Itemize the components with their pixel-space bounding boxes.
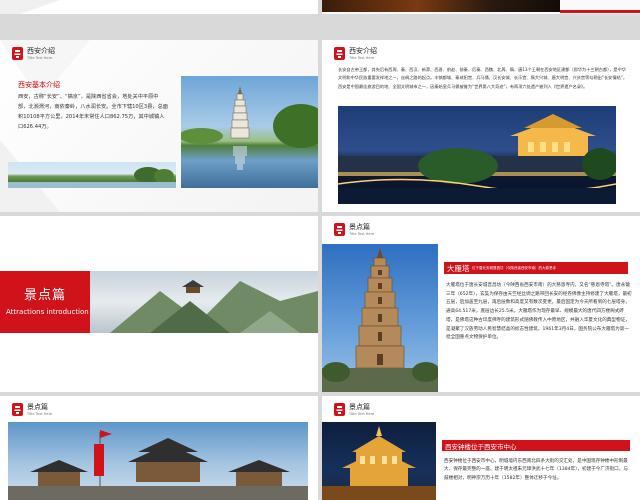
slide-1-fragment[interactable] (0, 0, 318, 14)
slide-title: 西安介绍 (27, 47, 55, 55)
slide-subtitle: Title Text Here (349, 412, 375, 416)
section-title-en: Attractions introduction (6, 308, 89, 316)
red-seal-logo-icon (334, 223, 345, 236)
pagoda-drawing (181, 86, 318, 170)
slide-city-wall-gate[interactable]: 景点篇 Title Text Here (0, 396, 318, 500)
slide-title: 景点篇 (349, 223, 370, 231)
slide-subtitle: Title Text Here (27, 412, 53, 416)
bell-tower-description: 西安钟楼位于西安市中心，明城墙内东西南北四条大街的交汇处，是中国现存钟楼中形制最… (444, 459, 628, 481)
red-seal-logo-icon (334, 403, 345, 416)
night-photo-strip (322, 0, 560, 12)
slide-1-corner-decoration (0, 0, 60, 14)
pagoda-tower-drawing (322, 248, 438, 392)
red-seal-logo-icon (12, 403, 23, 416)
city-wall-night-photo (338, 106, 616, 204)
slide-subtitle: Title Text Here (27, 56, 53, 60)
red-accent-bar (560, 10, 640, 13)
night-gate-drawing (338, 114, 616, 204)
slide-title: 景点篇 (349, 403, 370, 411)
bell-tower-drawing (322, 426, 436, 500)
mountain-pavilion-photo (90, 271, 318, 333)
red-seal-logo-icon (334, 47, 345, 60)
slide-xian-intro-history[interactable]: 西安介绍 Title Text Here 长安自古帝王都，其先后有西周、秦、西汉… (322, 40, 640, 212)
slide-xian-intro-basic[interactable]: 西安介绍 Title Text Here 西安基本介绍 西安，古称“长安”、“镐… (0, 40, 318, 212)
pagoda-lake-photo (181, 76, 318, 188)
history-paragraph: 长安自古帝王都，其先后有西周、秦、西汉、新莽、西晋、前赵、前秦、后秦、西魏、北周… (338, 67, 628, 89)
section-title-cn: 景点篇 (24, 288, 67, 303)
slide-subtitle: Title Text Here (349, 56, 375, 60)
slide-2-fragment[interactable] (322, 0, 640, 14)
city-gate-photo (8, 422, 308, 500)
pagoda-photo (322, 244, 438, 392)
slide-title: 西安介绍 (349, 47, 377, 55)
mountain-drawing (110, 280, 318, 333)
slide-title: 景点篇 (27, 403, 48, 411)
slide-bell-tower[interactable]: 景点篇 Title Text Here 西安钟楼位于西安市中心 西安钟楼位于西安… (322, 396, 640, 500)
pagoda-description: 大雁塔位于唐长安城晋昌坊（今陕西省西安市南）的大慈恩寺内，又名“慈恩寺塔”。唐永… (446, 283, 632, 341)
lake-trees-drawing (8, 167, 176, 188)
red-seal-logo-icon (12, 47, 23, 60)
slide-attractions-section[interactable]: 景点篇 Attractions introduction (0, 216, 318, 392)
banner-title: 西安钟楼位于西安市中心 (445, 443, 517, 451)
slide-big-wild-goose-pagoda[interactable]: 景点篇 Title Text Here 大雁塔 位于唐长安城晋昌坊（今陕西省西安… (322, 216, 640, 392)
banner-caption: 位于唐长安城晋昌坊（今陕西省西安市南）的大慈恩寺 (472, 266, 556, 270)
section-body: 西安，古称“长安”、“镐京”，是陕西省省会，地处关中平原中部，北濒渭河，南依秦岭… (18, 94, 168, 130)
lake-park-photo (8, 162, 176, 188)
gate-towers-drawing (8, 430, 308, 500)
section-title: 西安基本介绍 (18, 81, 60, 89)
slide-subtitle: Title Text Here (349, 232, 375, 236)
banner-title: 大雁塔 (447, 264, 470, 273)
bell-tower-night-photo (322, 422, 436, 500)
